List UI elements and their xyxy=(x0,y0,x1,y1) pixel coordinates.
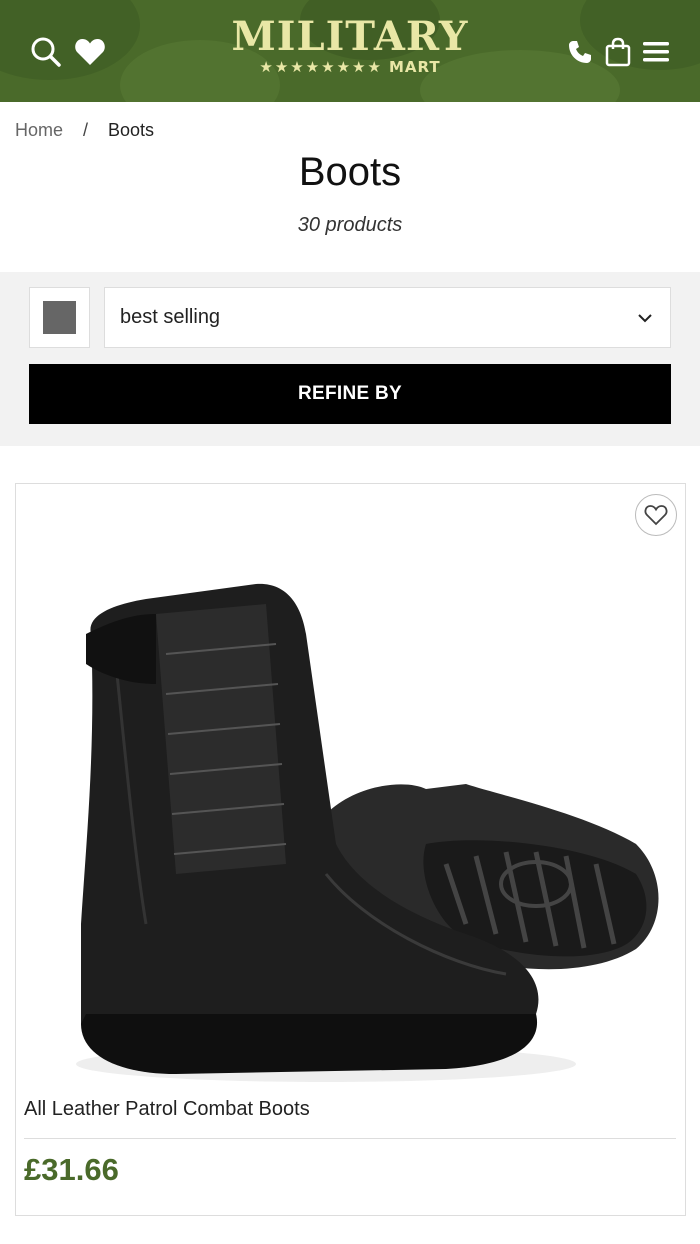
phone-icon[interactable] xyxy=(562,34,598,70)
product-name[interactable]: All Leather Patrol Combat Boots xyxy=(24,1098,310,1121)
breadcrumb-separator: / xyxy=(83,120,89,140)
sort-select[interactable]: best selling xyxy=(104,287,671,348)
product-count: 30 products xyxy=(297,214,403,236)
heart-outline-icon xyxy=(644,505,668,526)
wishlist-button[interactable] xyxy=(635,494,677,536)
filter-bar: best selling REFINE BY xyxy=(0,272,700,446)
sort-select-value: best selling xyxy=(120,306,221,328)
grid-square-icon xyxy=(43,301,76,334)
breadcrumb: Home / Boots xyxy=(15,120,154,141)
divider xyxy=(24,1138,676,1139)
logo-sub-text: MART xyxy=(388,58,441,76)
bag-icon[interactable] xyxy=(600,34,636,70)
site-header: MILITARY ★★★★★★★★ MART xyxy=(0,0,700,102)
product-price: £31.66 xyxy=(24,1152,119,1187)
chevron-down-icon xyxy=(636,309,654,333)
logo-stars: ★★★★★★★★ xyxy=(259,58,383,76)
menu-icon[interactable] xyxy=(638,34,674,70)
page-title: Boots xyxy=(298,150,402,194)
grid-view-toggle[interactable] xyxy=(29,287,90,348)
product-image-boots[interactable] xyxy=(26,544,676,1104)
refine-by-button[interactable]: REFINE BY xyxy=(29,364,671,424)
breadcrumb-home-link[interactable]: Home xyxy=(15,120,63,141)
product-card[interactable]: All Leather Patrol Combat Boots £31.66 xyxy=(15,483,686,1216)
breadcrumb-current: Boots xyxy=(108,120,155,140)
